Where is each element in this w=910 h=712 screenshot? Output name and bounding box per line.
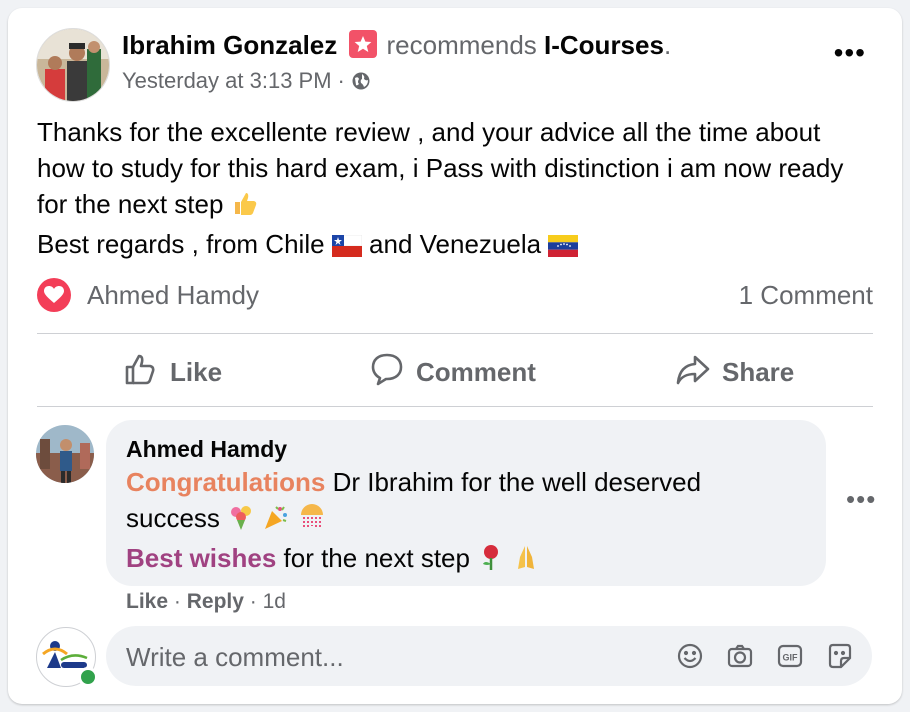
comment-actions-separator-1: ·: [173, 590, 181, 613]
comment-options-icon[interactable]: •••: [846, 486, 876, 512]
thumbs-up-emoji-icon: [231, 189, 259, 226]
folded-hands-emoji-icon: [512, 543, 540, 580]
globe-icon: [351, 71, 371, 91]
camera-icon[interactable]: [726, 642, 754, 670]
post-line-1: Thanks for the excellente review , and y…: [37, 117, 821, 147]
share-button[interactable]: Share: [676, 352, 794, 392]
comment-highlight-best-wishes: Best wishes: [126, 543, 277, 573]
share-label: Share: [722, 356, 795, 387]
venezuela-flag-icon: [548, 230, 579, 266]
recommends-label: recommends: [386, 30, 537, 60]
post-body: Thanks for the excellente review , and y…: [37, 114, 877, 266]
comment-bubble: Ahmed Hamdy Congratulations Dr Ibrahim f…: [106, 420, 826, 586]
sticker-icon[interactable]: [826, 642, 854, 670]
meta-separator: ·: [337, 68, 345, 93]
page-link[interactable]: I-Courses: [544, 30, 664, 60]
post-timestamp[interactable]: Yesterday at 3:13 PM: [122, 68, 332, 94]
svg-text:GIF: GIF: [783, 653, 799, 663]
comment-line-2-text: success: [126, 503, 220, 533]
confetti-ball-emoji-icon: [298, 503, 326, 540]
post-line-4-text-2: and Venezuela: [369, 229, 542, 259]
like-button[interactable]: Like: [124, 352, 222, 392]
like-label: Like: [170, 356, 223, 387]
comment-actions-separator-2: ·: [249, 590, 257, 613]
speech-bubble-icon: [370, 352, 404, 393]
chile-flag-icon: [331, 230, 363, 266]
author-name[interactable]: Ibrahim Gonzalez: [122, 30, 337, 60]
recommendation-star-icon: [348, 30, 377, 58]
comment-reply-link[interactable]: Reply: [187, 590, 244, 613]
comment-line-1: Congratulations Dr Ibrahim for the well …: [126, 464, 806, 500]
author-avatar[interactable]: [36, 28, 110, 102]
comment-line-3-text: for the next step: [276, 543, 470, 573]
post-meta: Yesterday at 3:13 PM ·: [122, 68, 371, 94]
comment-input-placeholder: Write a comment...: [126, 642, 344, 672]
comment-text: Congratulations Dr Ibrahim for the well …: [126, 464, 806, 580]
online-status-indicator: [78, 667, 98, 687]
comment-age[interactable]: 1d: [263, 590, 286, 613]
divider-top: [37, 333, 873, 334]
comment-author[interactable]: Ahmed Hamdy: [126, 436, 287, 463]
post-line-3: for the next step: [37, 186, 877, 226]
post-line-3-text: for the next step: [37, 189, 224, 219]
gif-icon[interactable]: GIF: [776, 642, 804, 670]
love-reaction-icon[interactable]: [37, 278, 71, 312]
comment-label: Comment: [416, 356, 536, 387]
post-line-4-text: Best regards , from Chile: [37, 229, 325, 259]
reactor-name[interactable]: Ahmed Hamdy: [87, 280, 259, 311]
rose-emoji-icon: [477, 543, 505, 580]
comment-input[interactable]: Write a comment... GIF: [106, 626, 872, 686]
divider-bottom: [37, 406, 873, 407]
comment-actions: Like · Reply · 1d: [126, 590, 286, 614]
emoji-icon[interactable]: [676, 642, 704, 670]
post-line-2: how to study for this hard exam, i Pass …: [37, 153, 844, 183]
reactions-row: Ahmed Hamdy 1 Comment: [37, 278, 873, 316]
period: .: [663, 30, 672, 60]
comment-line-2: success: [126, 500, 806, 540]
comment-like-link[interactable]: Like: [126, 590, 168, 613]
post-line-4: Best regards , from Chile and Venezuela: [37, 226, 877, 266]
post-options-icon[interactable]: •••: [834, 39, 866, 67]
thumbs-up-icon: [124, 352, 158, 393]
comment-highlight-congratulations: Congratulations: [126, 467, 326, 497]
share-arrow-icon: [676, 352, 710, 393]
comment-line-1-text: Dr Ibrahim for the well deserved: [325, 467, 702, 497]
composer-icons: GIF: [676, 642, 854, 670]
bouquet-emoji-icon: [227, 503, 255, 540]
comment-count[interactable]: 1 Comment: [739, 280, 873, 311]
comment-button[interactable]: Comment: [370, 352, 536, 392]
commenter-avatar[interactable]: [36, 425, 94, 483]
comment-line-3: Best wishes for the next step: [126, 540, 806, 580]
post-header-line: Ibrahim Gonzalez recommends I-Courses.: [122, 30, 671, 61]
party-popper-emoji-icon: [262, 503, 290, 540]
